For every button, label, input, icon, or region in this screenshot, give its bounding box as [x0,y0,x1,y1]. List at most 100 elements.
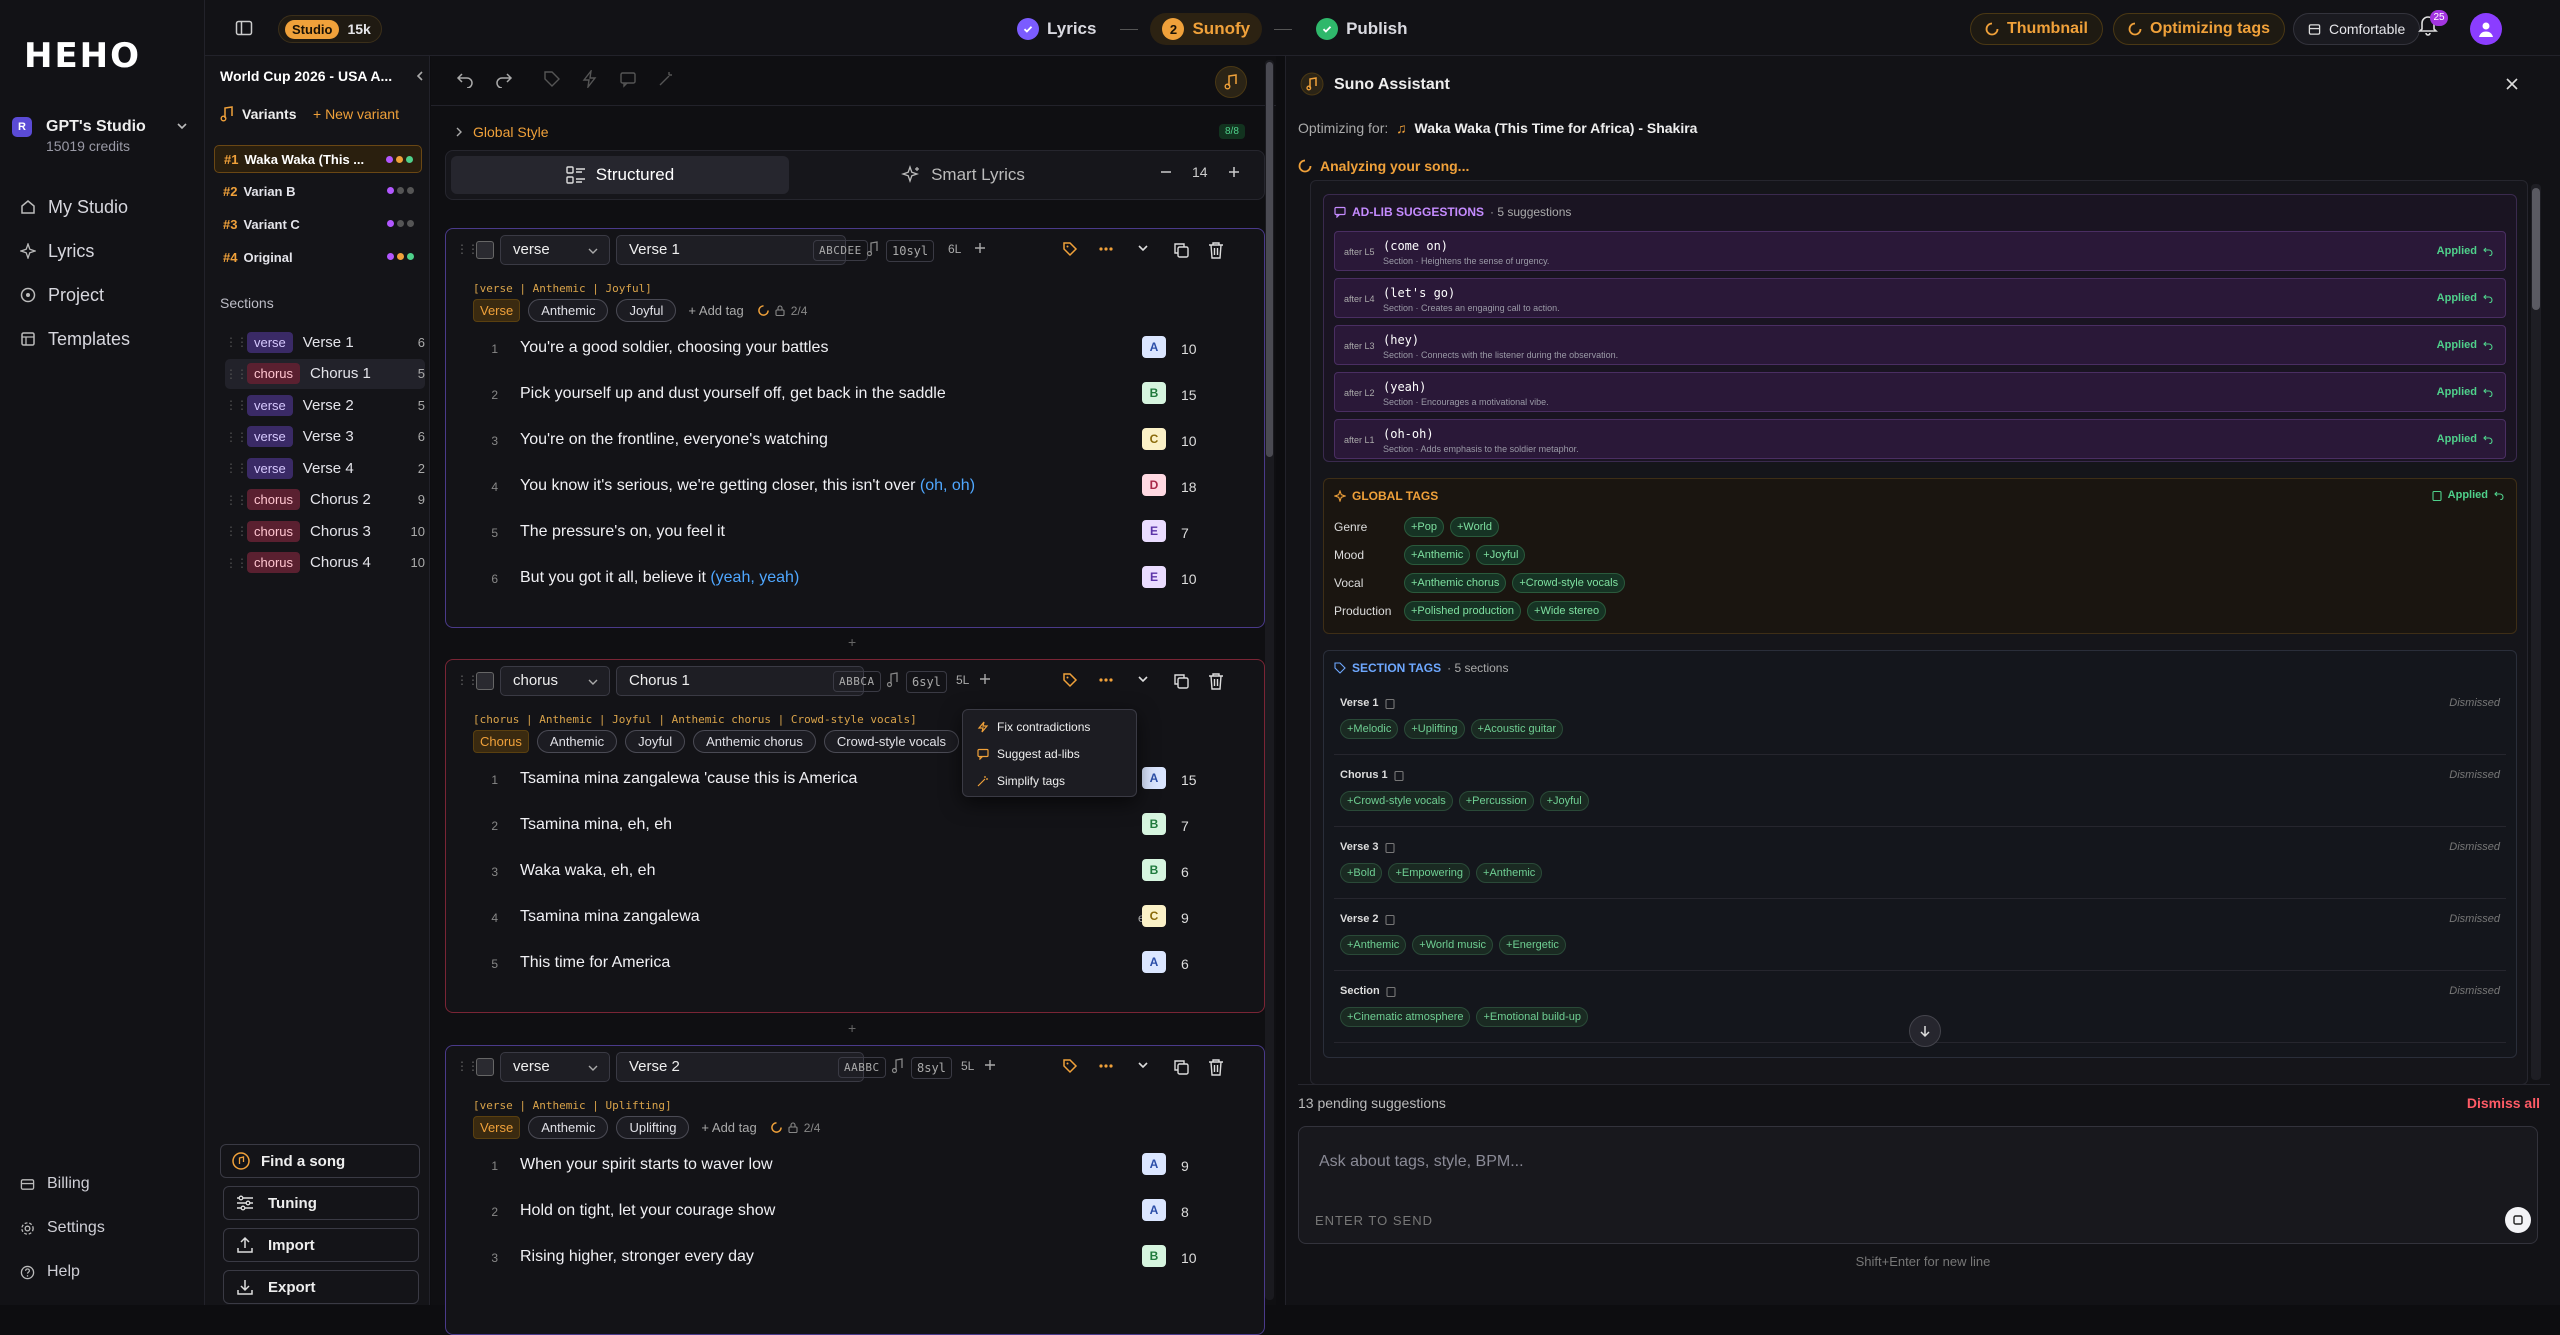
line-text[interactable]: Waka waka, eh, eh [520,862,655,880]
lyric-line[interactable]: 4 You know it's serious, we're getting cl… [446,472,1264,502]
section-name-input[interactable]: Verse 2 [616,1052,864,1082]
tag-chip[interactable]: Joyful [616,299,677,322]
clipboard-icon[interactable] [1384,698,1395,709]
tag-chip[interactable]: Crowd-style vocals [823,730,960,753]
sidebar-section-item[interactable]: ⋮⋮ chorus Chorus 3 10 [225,516,425,546]
menu-item-fix-contradictions[interactable]: Fix contradictions [977,720,1090,734]
tag-chip[interactable]: Verse [473,1116,521,1139]
drag-handle-icon[interactable]: ⋮⋮ [225,335,248,349]
tag-chip[interactable]: Anthemic [536,730,618,753]
structured-mode-button[interactable]: Structured [451,156,789,194]
step-lyrics[interactable]: Lyrics [1005,13,1108,45]
line-text[interactable]: Rising higher, stronger every day [520,1248,754,1266]
adlib-suggestion[interactable]: after L1 (oh-oh) Section · Adds emphasis t… [1334,419,2506,459]
export-button[interactable]: Export [223,1270,419,1304]
section-select-checkbox[interactable] [476,1058,494,1076]
clipboard-icon[interactable] [1384,842,1395,853]
sidebar-section-item[interactable]: ⋮⋮ chorus Chorus 2 9 [225,485,425,515]
nav-item-lyrics[interactable]: Lyrics [20,237,94,265]
variant-item[interactable]: #3 Variant C [214,210,422,238]
line-text[interactable]: The pressure's on, you feel it [520,523,725,541]
step-sunofy[interactable]: 2 Sunofy [1150,13,1263,45]
nav-item-settings[interactable]: Settings [20,1214,105,1242]
add-line-icon[interactable] [978,672,992,686]
drag-handle-icon[interactable]: ⋮⋮ [225,493,248,507]
assistant-scrollbar-thumb[interactable] [2532,188,2540,310]
plan-badge[interactable]: Studio 15k [278,15,382,43]
undo-icon[interactable] [2483,387,2493,397]
lyric-line[interactable]: 5This time for AmericaicaA6 [446,949,1264,979]
trash-icon[interactable] [1208,672,1224,690]
undo-icon[interactable] [2483,293,2493,303]
redo-icon[interactable] [495,70,513,88]
tag-icon[interactable] [1062,241,1078,257]
adlib-suggestion[interactable]: after L5 (come on) Section · Heightens the… [1334,231,2506,271]
line-text[interactable]: This time for America [520,954,670,972]
music-note-icon[interactable] [886,672,900,688]
tag-chip[interactable]: Uplifting [616,1116,690,1139]
collapse-icon[interactable] [415,70,425,82]
suggested-tag-chip[interactable]: +Empowering [1388,863,1471,883]
drag-handle-icon[interactable]: ⋮⋮ [456,242,479,256]
thumbnail-button[interactable]: Thumbnail [1970,13,2103,45]
music-note-icon[interactable] [891,1058,905,1074]
line-text[interactable]: Tsamina mina zangalewa 'cause this is Am… [520,770,857,788]
line-text[interactable]: When your spirit starts to waver low [520,1156,773,1174]
dismiss-all-button[interactable]: Dismiss all [2467,1095,2540,1111]
clipboard-icon[interactable] [1384,914,1395,925]
chat-input[interactable] [1299,1127,2537,1197]
tag-chip[interactable]: Anthemic [528,299,609,322]
tag-icon[interactable] [543,70,561,88]
assistant-scrollbar[interactable] [2531,184,2541,1080]
sidebar-section-item[interactable]: ⋮⋮ verse Verse 3 6 [225,422,425,452]
comment-icon[interactable] [619,70,637,88]
undo-icon[interactable] [456,70,474,88]
drag-handle-icon[interactable]: ⋮⋮ [456,1059,479,1073]
sidebar-toggle-icon[interactable] [235,19,253,37]
suggested-tag-chip[interactable]: +Percussion [1458,791,1534,811]
chevron-down-icon[interactable] [1136,672,1150,686]
tag-icon[interactable] [1062,1058,1078,1074]
applied-status[interactable]: Applied [2437,339,2493,351]
smart-lyrics-mode-button[interactable]: Smart Lyrics [794,156,1132,194]
suggested-tag-chip[interactable]: +Polished production [1404,601,1522,621]
add-tag-button[interactable]: + Add tag [701,1120,756,1135]
variant-item[interactable]: #4 Original [214,243,422,271]
close-icon[interactable] [2504,76,2520,92]
add-section-divider[interactable]: + [848,1020,856,1036]
line-text[interactable]: Pick yourself up and dust yourself off, … [520,385,946,403]
suggested-tag-chip[interactable]: +World music [1412,935,1494,955]
lyric-line[interactable]: 2Hold on tight, let your courage showowA… [446,1197,1264,1227]
new-variant-button[interactable]: + New variant [313,106,399,122]
lyric-line[interactable]: 3Waka waka, eh, ehehB6 [446,857,1264,887]
chevron-down-icon[interactable] [1136,1058,1150,1072]
more-icon[interactable] [1098,241,1114,257]
drag-handle-icon[interactable]: ⋮⋮ [225,461,248,475]
suggested-tag-chip[interactable]: +Acoustic guitar [1470,719,1564,739]
nav-item-my-studio[interactable]: My Studio [20,193,128,221]
more-icon[interactable] [1098,1058,1114,1074]
undo-icon[interactable] [2494,490,2504,500]
suggested-tag-chip[interactable]: +Bold [1340,863,1383,883]
suggested-tag-chip[interactable]: +Melodic [1340,719,1399,739]
copy-icon[interactable] [1172,672,1190,690]
more-icon[interactable] [1098,672,1114,688]
suggested-tag-chip[interactable]: +Emotional build-up [1476,1007,1589,1027]
suggested-tag-chip[interactable]: +Uplifting [1404,719,1465,739]
undo-icon[interactable] [2483,340,2493,350]
lyric-line[interactable]: 1 You're a good soldier, choosing your ba… [446,334,1264,364]
nav-item-help[interactable]: Help [20,1258,80,1286]
suggested-tag-chip[interactable]: +Crowd-style vocals [1340,791,1453,811]
nav-item-templates[interactable]: Templates [20,325,130,353]
drag-handle-icon[interactable]: ⋮⋮ [225,556,248,570]
section-select-checkbox[interactable] [476,241,494,259]
lyric-line[interactable]: 4Tsamina mina zangalewaewaC9 [446,903,1264,933]
sidebar-section-item[interactable]: ⋮⋮ chorus Chorus 1 5 [225,358,425,389]
drag-handle-icon[interactable]: ⋮⋮ [456,673,479,687]
section-name-input[interactable]: Verse 1 [616,235,846,265]
line-text[interactable]: You're a good soldier, choosing your bat… [520,339,828,357]
editor-scrollbar-thumb[interactable] [1266,62,1273,457]
line-text[interactable]: Tsamina mina zangalewa [520,908,700,926]
suggested-tag-chip[interactable]: +Anthemic chorus [1404,573,1507,593]
variant-item[interactable]: #2 Varian B [214,177,422,205]
